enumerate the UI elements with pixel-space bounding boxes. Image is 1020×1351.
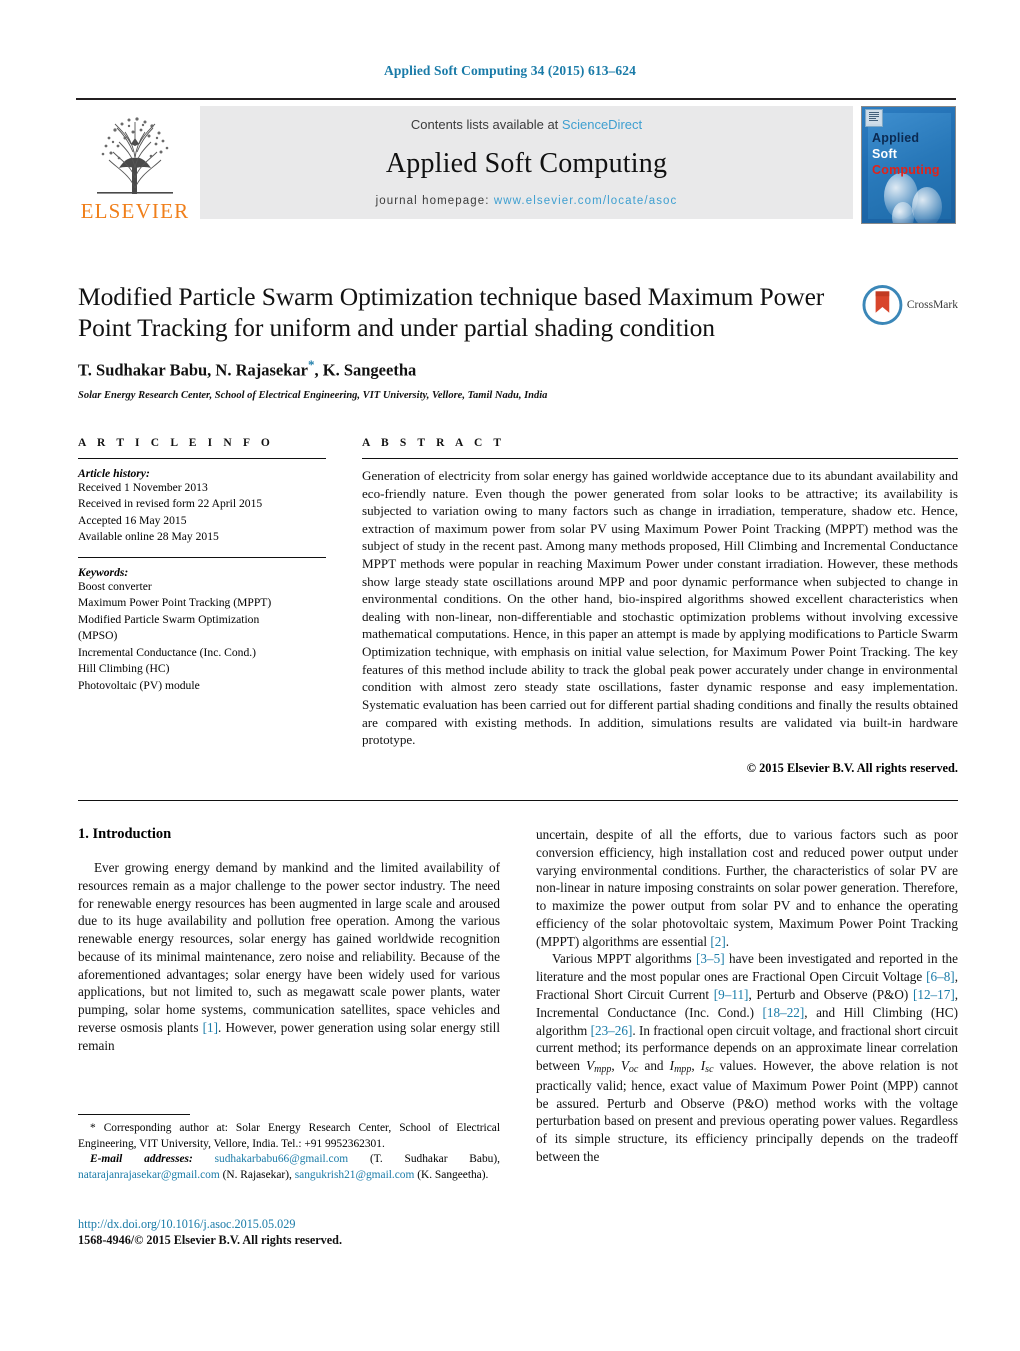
symbol-voc: V xyxy=(620,1058,629,1074)
journal-homepage-line: journal homepage: www.elsevier.com/locat… xyxy=(376,195,678,207)
history-item: Received 1 November 2013 xyxy=(78,481,208,494)
citation-ref[interactable]: [18–22] xyxy=(763,1005,805,1020)
article-history-list: Received 1 November 2013 Received in rev… xyxy=(78,480,326,546)
keyword-item: Photovoltaic (PV) module xyxy=(78,678,200,692)
paragraph: Various MPPT algorithms [3–5] have been … xyxy=(536,951,959,1164)
section-heading-introduction: 1. Introduction xyxy=(78,826,172,842)
history-item: Received in revised form 22 April 2015 xyxy=(78,497,263,511)
citation-ref[interactable]: [9–11] xyxy=(714,987,749,1002)
article-info-heading: A R T I C L E I N F O xyxy=(78,437,274,449)
journal-cover-thumbnail: Applied Soft Computing xyxy=(861,106,956,224)
running-head: Applied Soft Computing 34 (2015) 613–624 xyxy=(384,63,636,78)
divider xyxy=(78,458,326,459)
corresponding-author-text: * Corresponding author at: Solar Energy … xyxy=(78,1122,500,1150)
footnote-divider xyxy=(78,1114,190,1115)
affiliation: Solar Energy Research Center, School of … xyxy=(78,389,548,401)
keyword-item: Boost converter xyxy=(78,579,152,593)
elsevier-tree-icon xyxy=(89,108,181,200)
citation-ref[interactable]: [23–26] xyxy=(591,1023,633,1038)
keyword-item: Modified Particle Swarm Optimization xyxy=(78,612,260,626)
divider xyxy=(78,800,958,801)
paragraph-text: Various MPPT algorithms xyxy=(552,951,692,967)
crossmark-icon xyxy=(862,285,903,325)
corresponding-author-note: * Corresponding author at: Solar Energy … xyxy=(78,1121,500,1152)
citation-ref[interactable]: [3–5] xyxy=(696,951,725,966)
abstract-heading: A B S T R A C T xyxy=(362,437,506,449)
keyword-item: Maximum Power Point Tracking (MPPT) xyxy=(78,596,272,610)
email-link-1[interactable]: sudhakarbabu66@gmail.com xyxy=(215,1153,349,1165)
journal-title: Applied Soft Computing xyxy=(385,147,668,179)
keyword-item: Hill Climbing (HC) xyxy=(78,662,170,676)
issn-copyright: 1568-4946/© 2015 Elsevier B.V. All right… xyxy=(78,1233,343,1248)
email-link-3[interactable]: sangukrish21@gmail.com xyxy=(295,1169,415,1181)
cover-blob xyxy=(892,202,914,223)
doi-link[interactable]: http://dx.doi.org/10.1016/j.asoc.2015.05… xyxy=(78,1216,500,1232)
email-owner-3: (K. Sangeetha). xyxy=(417,1169,489,1182)
doi-block: http://dx.doi.org/10.1016/j.asoc.2015.05… xyxy=(78,1216,500,1249)
cover-title-line-3: Computing xyxy=(872,163,940,177)
abstract-copyright: © 2015 Elsevier B.V. All rights reserved… xyxy=(746,760,958,775)
citation-ref[interactable]: [1] xyxy=(203,1020,218,1035)
paragraph: Ever growing energy demand by mankind an… xyxy=(78,859,500,1055)
email-owner-2: (N. Rajasekar), xyxy=(222,1169,292,1182)
symbol-vmpp: V xyxy=(586,1058,595,1074)
sciencedirect-link[interactable]: ScienceDirect xyxy=(562,117,642,132)
citation-ref[interactable]: [6–8] xyxy=(926,969,955,984)
paragraph: uncertain, despite of all the efforts, d… xyxy=(536,826,958,950)
contents-prefix: Contents lists available at xyxy=(410,117,559,132)
elsevier-wordmark: ELSEVIER xyxy=(80,199,190,223)
paragraph-text: uncertain, despite of all the efforts, d… xyxy=(536,827,958,949)
symbol-vmpp-sub: mpp xyxy=(594,1064,612,1076)
abstract-text: Generation of electricity from solar ene… xyxy=(362,468,958,748)
keywords-label: Keywords: xyxy=(78,565,129,579)
cover-stamp-icon xyxy=(865,109,883,127)
body-column-right: uncertain, despite of all the efforts, d… xyxy=(536,826,958,1166)
journal-band: Contents lists available at ScienceDirec… xyxy=(200,106,853,219)
homepage-url-link[interactable]: www.elsevier.com/locate/asoc xyxy=(494,195,678,207)
info-abstract-region: A R T I C L E I N F O Article history: R… xyxy=(78,437,958,776)
article-info-column: A R T I C L E I N F O Article history: R… xyxy=(78,437,326,776)
citation-ref[interactable]: [12–17] xyxy=(913,987,955,1002)
abstract-column: A B S T R A C T Generation of electricit… xyxy=(362,437,958,776)
homepage-prefix: journal homepage: xyxy=(375,195,490,207)
authors-main: T. Sudhakar Babu, N. Rajasekar xyxy=(78,360,308,380)
citation-ref[interactable]: [2] xyxy=(710,934,725,949)
keyword-item: Incremental Conductance (Inc. Cond.) xyxy=(78,645,257,659)
email-link-2[interactable]: natarajanrajasekar@gmail.com xyxy=(78,1169,220,1181)
email-addresses-note: E-mail addresses: sudhakarbabu66@gmail.c… xyxy=(78,1152,500,1183)
cover-title-line-2: Soft xyxy=(872,147,898,161)
symbol-impp-sub: mpp xyxy=(674,1064,692,1076)
history-item: Accepted 16 May 2015 xyxy=(78,513,187,527)
keyword-item: (MPSO) xyxy=(78,629,118,643)
paragraph-tail: . xyxy=(725,933,730,949)
article-history-label: Article history: xyxy=(78,467,150,480)
keywords-list: Boost converter Maximum Power Point Trac… xyxy=(78,579,326,694)
contents-available-line: Contents lists available at ScienceDirec… xyxy=(411,117,642,132)
elsevier-logo: ELSEVIER xyxy=(76,106,194,224)
history-item: Available online 28 May 2015 xyxy=(78,530,219,544)
title-block: CrossMark Modified Particle Swarm Optimi… xyxy=(78,281,958,401)
cover-blob xyxy=(912,187,942,223)
divider xyxy=(78,556,326,558)
cover-title-line-1: Applied xyxy=(872,131,920,145)
journal-masthead: ELSEVIER Contents lists available at Sci… xyxy=(76,98,956,224)
email-owner-1: (T. Sudhakar Babu), xyxy=(369,1153,500,1166)
author-list: T. Sudhakar Babu, N. Rajasekar*, K. Sang… xyxy=(78,357,958,381)
symbol-isc-sub: sc xyxy=(705,1064,714,1076)
paragraph-text: , Perturb and Observe (P&O) xyxy=(748,987,909,1003)
page-title: Modified Particle Swarm Optimization tec… xyxy=(78,282,825,343)
paragraph-text: Ever growing energy demand by mankind an… xyxy=(78,860,500,1036)
footnote-block: * Corresponding author at: Solar Energy … xyxy=(78,1114,500,1184)
authors-tail: , K. Sangeetha xyxy=(314,360,417,380)
divider xyxy=(362,458,958,459)
symbol-voc-sub: oc xyxy=(628,1064,639,1076)
crossmark-label: CrossMark xyxy=(906,299,958,311)
article-first-page: Applied Soft Computing 34 (2015) 613–624 xyxy=(0,0,1020,1351)
crossmark-badge[interactable]: CrossMark xyxy=(862,283,958,327)
email-addresses-label: E-mail addresses: xyxy=(90,1153,193,1166)
